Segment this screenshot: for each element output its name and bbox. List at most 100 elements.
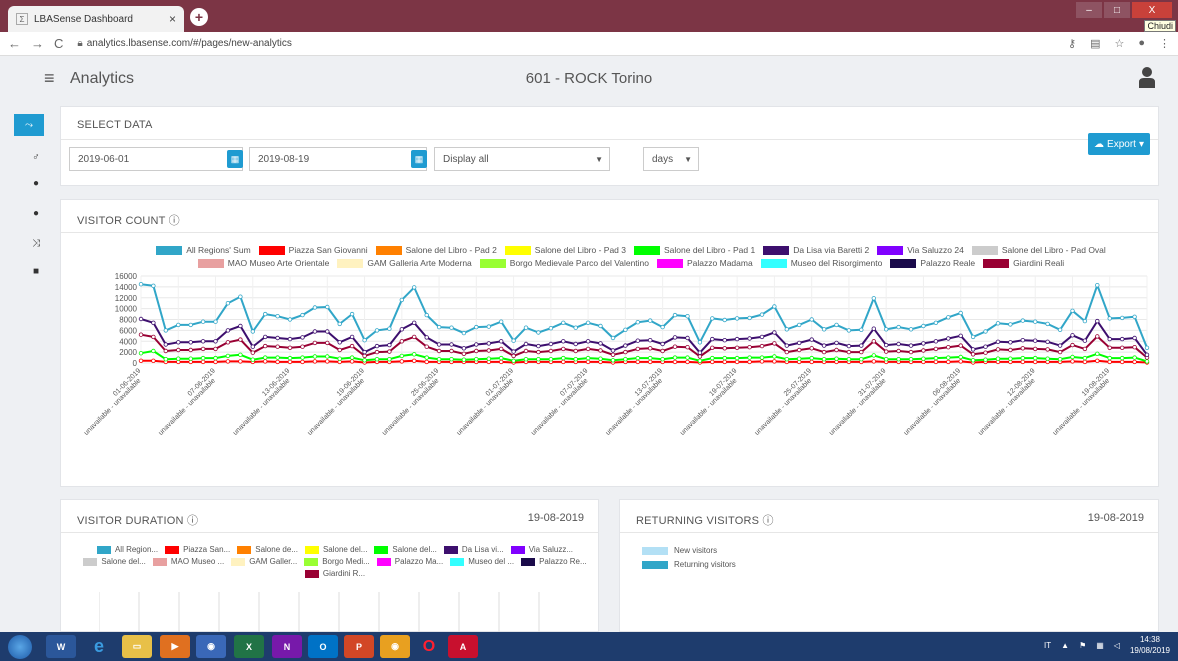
data-point[interactable] bbox=[846, 328, 852, 333]
data-point[interactable] bbox=[1057, 343, 1063, 348]
legend-item[interactable]: GAM Galleria Arte Moderna bbox=[337, 258, 472, 268]
data-point[interactable] bbox=[747, 315, 752, 321]
data-point[interactable] bbox=[138, 350, 144, 356]
data-point[interactable] bbox=[287, 359, 293, 365]
data-point[interactable] bbox=[262, 334, 268, 340]
data-point[interactable] bbox=[784, 327, 789, 332]
data-point[interactable] bbox=[412, 352, 417, 357]
legend-item[interactable]: All Regions' Sum bbox=[156, 245, 251, 255]
data-point[interactable] bbox=[399, 297, 404, 303]
data-point[interactable] bbox=[921, 341, 926, 346]
data-point[interactable] bbox=[1033, 355, 1038, 361]
data-point[interactable] bbox=[436, 348, 442, 354]
data-point[interactable] bbox=[710, 359, 715, 365]
data-point[interactable] bbox=[859, 343, 864, 348]
data-point[interactable] bbox=[1132, 344, 1137, 350]
data-point[interactable] bbox=[325, 354, 330, 359]
legend-item[interactable]: Da Lisa vi... bbox=[443, 545, 504, 554]
legend-item[interactable]: Borgo Medi... bbox=[304, 557, 370, 566]
data-point[interactable] bbox=[1033, 346, 1038, 352]
data-point[interactable] bbox=[1033, 338, 1038, 343]
data-point[interactable] bbox=[449, 342, 454, 347]
data-point[interactable] bbox=[585, 355, 591, 361]
data-point[interactable] bbox=[461, 351, 467, 356]
data-point[interactable] bbox=[1132, 359, 1137, 365]
data-point[interactable] bbox=[648, 318, 653, 323]
display-select[interactable]: Display all ▼ bbox=[434, 147, 610, 171]
data-point[interactable] bbox=[225, 328, 231, 333]
data-point[interactable] bbox=[1070, 333, 1075, 338]
data-point[interactable] bbox=[374, 343, 380, 349]
data-point[interactable] bbox=[461, 346, 467, 351]
data-point[interactable] bbox=[685, 355, 690, 360]
data-point[interactable] bbox=[970, 347, 976, 352]
data-point[interactable] bbox=[337, 340, 342, 345]
data-point[interactable] bbox=[262, 343, 268, 349]
data-point[interactable] bbox=[213, 359, 218, 365]
data-point[interactable] bbox=[871, 359, 876, 364]
data-point[interactable] bbox=[747, 359, 752, 365]
data-point[interactable] bbox=[200, 359, 206, 365]
data-point[interactable] bbox=[772, 359, 777, 364]
info-icon[interactable]: ⓘ bbox=[187, 515, 198, 527]
back-icon[interactable]: ← bbox=[8, 36, 21, 51]
data-point[interactable] bbox=[672, 335, 678, 340]
data-point[interactable] bbox=[983, 357, 988, 362]
data-point[interactable] bbox=[362, 353, 367, 359]
data-point[interactable] bbox=[797, 356, 802, 361]
data-point[interactable] bbox=[585, 320, 591, 325]
data-point[interactable] bbox=[325, 329, 330, 334]
data-point[interactable] bbox=[337, 356, 342, 361]
data-point[interactable] bbox=[660, 348, 665, 354]
legend-item[interactable]: All Region... bbox=[96, 545, 158, 554]
data-point[interactable] bbox=[225, 353, 231, 359]
data-point[interactable] bbox=[412, 285, 417, 290]
data-point[interactable] bbox=[1132, 314, 1137, 319]
data-point[interactable] bbox=[685, 335, 690, 341]
data-point[interactable] bbox=[238, 352, 243, 357]
data-point[interactable] bbox=[1045, 347, 1050, 352]
data-point[interactable] bbox=[561, 355, 566, 361]
data-point[interactable] bbox=[933, 355, 939, 361]
data-point[interactable] bbox=[275, 344, 280, 349]
data-point[interactable] bbox=[250, 329, 255, 334]
data-point[interactable] bbox=[672, 359, 678, 365]
data-point[interactable] bbox=[349, 343, 355, 349]
data-point[interactable] bbox=[1008, 340, 1013, 345]
data-point[interactable] bbox=[300, 344, 305, 349]
data-point[interactable] bbox=[399, 339, 404, 344]
data-point[interactable] bbox=[610, 348, 616, 353]
data-point[interactable] bbox=[660, 324, 665, 330]
data-point[interactable] bbox=[312, 359, 318, 364]
start-button[interactable] bbox=[8, 635, 32, 659]
data-point[interactable] bbox=[610, 335, 616, 341]
data-point[interactable] bbox=[213, 339, 218, 344]
data-point[interactable] bbox=[933, 359, 939, 365]
data-point[interactable] bbox=[958, 343, 963, 348]
data-point[interactable] bbox=[399, 353, 404, 359]
data-point[interactable] bbox=[821, 327, 827, 332]
data-point[interactable] bbox=[821, 343, 827, 348]
data-point[interactable] bbox=[561, 320, 566, 325]
data-point[interactable] bbox=[610, 352, 616, 357]
data-point[interactable] bbox=[896, 348, 901, 354]
data-point[interactable] bbox=[1057, 327, 1063, 332]
data-point[interactable] bbox=[225, 359, 231, 364]
profile-icon[interactable]: ● bbox=[1138, 37, 1145, 50]
data-point[interactable] bbox=[710, 336, 715, 342]
data-point[interactable] bbox=[449, 356, 454, 362]
data-point[interactable] bbox=[138, 316, 144, 322]
data-point[interactable] bbox=[523, 325, 529, 330]
data-point[interactable] bbox=[983, 329, 988, 334]
data-point[interactable] bbox=[970, 358, 976, 363]
data-point[interactable] bbox=[859, 349, 864, 355]
sidebar-item-camera[interactable]: ■ bbox=[26, 260, 46, 282]
data-point[interactable] bbox=[1045, 321, 1050, 327]
data-point[interactable] bbox=[461, 357, 467, 362]
data-point[interactable] bbox=[871, 296, 876, 301]
maximize-button[interactable]: □ bbox=[1104, 2, 1130, 18]
data-point[interactable] bbox=[1033, 319, 1038, 324]
data-point[interactable] bbox=[151, 283, 156, 288]
data-point[interactable] bbox=[536, 343, 541, 349]
data-point[interactable] bbox=[983, 344, 988, 349]
